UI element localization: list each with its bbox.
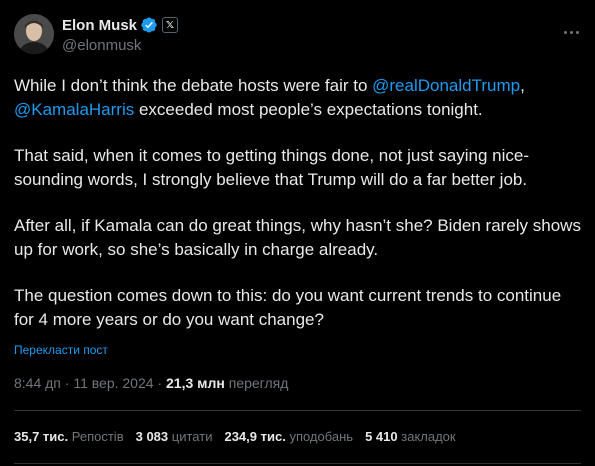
verified-badge-icon[interactable] xyxy=(140,16,158,34)
tweet-paragraph-1: While I don’t think the debate hosts wer… xyxy=(14,74,584,122)
text-segment: exceeded most people’s expectations toni… xyxy=(134,100,483,119)
views-label: перегляд xyxy=(228,375,289,391)
tweet-text: While I don’t think the debate hosts wer… xyxy=(14,74,584,332)
reposts-label: Репостів xyxy=(71,429,124,444)
tweet-header: Elon Musk 𝕏 @elonmusk xyxy=(14,14,581,58)
translate-post-link[interactable]: Перекласти пост xyxy=(14,343,108,357)
bookmarks-stat[interactable]: 5 410 закладок xyxy=(365,429,456,444)
tweet-date[interactable]: 11 вер. 2024 xyxy=(73,375,153,391)
mention-kamalaharris[interactable]: @KamalaHarris xyxy=(14,100,134,119)
quotes-label: цитати xyxy=(171,429,213,444)
author-display-name[interactable]: Elon Musk xyxy=(62,17,137,34)
text-segment: , xyxy=(520,76,525,95)
tweet-paragraph-4: The question comes down to this: do you … xyxy=(14,286,562,329)
tweet-meta: 8:44 дп · 11 вер. 2024 · 21,3 млн перегл… xyxy=(14,375,288,391)
likes-stat[interactable]: 234,9 тис. уподобань xyxy=(224,429,353,444)
tweet-card: Elon Musk 𝕏 @elonmusk While I don’t thin… xyxy=(0,0,595,466)
views-count: 21,3 млн xyxy=(166,375,225,391)
meta-separator: · xyxy=(153,375,166,391)
tweet-paragraph-3: After all, if Kamala can do great things… xyxy=(14,216,581,259)
tweet-time[interactable]: 8:44 дп xyxy=(14,375,61,391)
author-names: Elon Musk 𝕏 @elonmusk xyxy=(62,15,179,54)
text-segment: While I don’t think the debate hosts wer… xyxy=(14,76,373,95)
more-options-icon[interactable] xyxy=(561,22,581,42)
mention-realdonaldtrump[interactable]: @realDonaldTrump xyxy=(372,76,520,95)
bookmarks-count: 5 410 xyxy=(365,429,398,444)
divider xyxy=(14,463,581,464)
likes-count: 234,9 тис. xyxy=(224,429,286,444)
tweet-paragraph-2: That said, when it comes to getting thin… xyxy=(14,146,530,189)
quotes-count: 3 083 xyxy=(135,429,169,444)
quotes-stat[interactable]: 3 083 цитати xyxy=(136,429,213,444)
avatar-image xyxy=(14,14,54,54)
engagement-stats: 35,7 тис. Репостів 3 083 цитати 234,9 ти… xyxy=(14,429,468,444)
meta-separator: · xyxy=(60,375,74,391)
x-affiliate-icon[interactable]: 𝕏 xyxy=(162,17,179,33)
reposts-stat[interactable]: 35,7 тис. Репостів xyxy=(14,429,124,444)
name-row: Elon Musk 𝕏 xyxy=(62,15,179,35)
author-handle[interactable]: @elonmusk xyxy=(62,37,178,54)
likes-label: уподобань xyxy=(289,429,354,444)
reposts-count: 35,7 тис. xyxy=(14,429,69,444)
avatar[interactable] xyxy=(14,14,54,54)
divider xyxy=(14,410,581,411)
bookmarks-label: закладок xyxy=(401,429,456,444)
